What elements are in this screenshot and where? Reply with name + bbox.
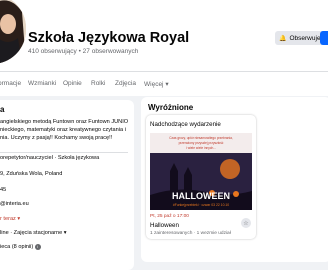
tab-photos[interactable]: Zdjęcia [115,80,136,87]
chevron-down-icon: ▾ [63,230,67,236]
open-hours-label: r teraz [0,216,16,222]
poster-text-line: Czas grozy, upiór niesamowitego przebran… [169,136,233,140]
page-header: Szkoła Językowa Royal 410 obserwujący • … [0,0,328,71]
event-name[interactable]: Halloween [150,222,179,229]
poster-text-line: przerażony przyszłej przyszłość [179,141,224,145]
tab-information[interactable]: ormacje [0,80,21,87]
chevron-down-icon: ▾ [17,216,21,222]
followers-count[interactable]: 410 obserwujący • 27 obserwowanych [28,48,138,55]
page-title: Szkoła Językowa Royal [28,30,190,46]
chevron-down-icon: ▾ [165,81,169,88]
intro-text: angielskiego metodą Funtown oraz Funtown… [0,118,128,142]
divider [0,152,128,153]
intro-card: a angielskiego metodą Funtown oraz Funto… [0,100,134,270]
poster-text-line: i wiele wiele innych... [186,146,216,150]
address-info[interactable]: 9, Zduńska Wola, Poland [0,171,62,177]
message-button[interactable] [320,31,328,45]
intro-line: angielskiego metodą Funtown oraz Funtown… [0,119,128,125]
event-stats: 1 zainteresowanych · 1 wezmie udział [150,231,231,236]
tab-more[interactable]: Więcej ▾ [144,80,169,88]
tab-mentions[interactable]: Wzmianki [28,80,56,87]
intro-line: nia. Uczymy z pasją!! Kochamy swoją prac… [0,135,113,141]
open-hours-info[interactable]: r teraz ▾ [0,216,20,222]
upcoming-event-heading: Nadchodzące wydarzenie [150,121,221,128]
event-date: Pt, 25 paź o 17:00 [150,214,189,219]
service-type-info[interactable]: line · Zajęcia stacjonarne ▾ [0,230,67,236]
intro-title: a [0,105,5,114]
email-info[interactable]: @interia.eu [0,201,29,207]
profile-picture[interactable] [0,0,26,64]
poster-subtitle: #Funkejprzebieki · czwar 03 22 10.10 [173,203,229,207]
halloween-poster-image[interactable]: Czas grozy, upiór niesamowitego przebran… [150,133,252,210]
tab-more-label: Więcej [144,81,164,88]
page-tabs: ormacje Wzmianki Opinie Rolki Zdjęcia Wi… [0,71,328,96]
following-check-icon: 🔔 [279,35,287,42]
rating-label: ieca (8 opinii) [0,244,34,250]
featured-card: Wyróżnione Nadchodzące wydarzenie Czas g… [141,97,328,262]
rating-info[interactable]: ieca (8 opinii) i [0,244,41,250]
info-icon[interactable]: i [34,244,41,250]
upcoming-event-card[interactable]: Nadchodzące wydarzenie Czas grozy, upiór… [146,115,256,239]
service-type-label: line · Zajęcia stacjonarne [0,230,63,236]
phone-info: 45 [0,187,7,193]
poster-title: HALLOWEEN [172,191,230,201]
featured-title: Wyróżnione [148,103,194,112]
interested-star-icon[interactable]: ☆ [241,218,251,228]
tab-reviews[interactable]: Opinie [63,80,82,87]
intro-line: nieckiego, matematyki oraz kreatywnego c… [0,127,126,133]
category-info: orepetytor/nauczyciel · Szkoła językowa [0,155,100,161]
tab-reels[interactable]: Rolki [91,80,105,87]
